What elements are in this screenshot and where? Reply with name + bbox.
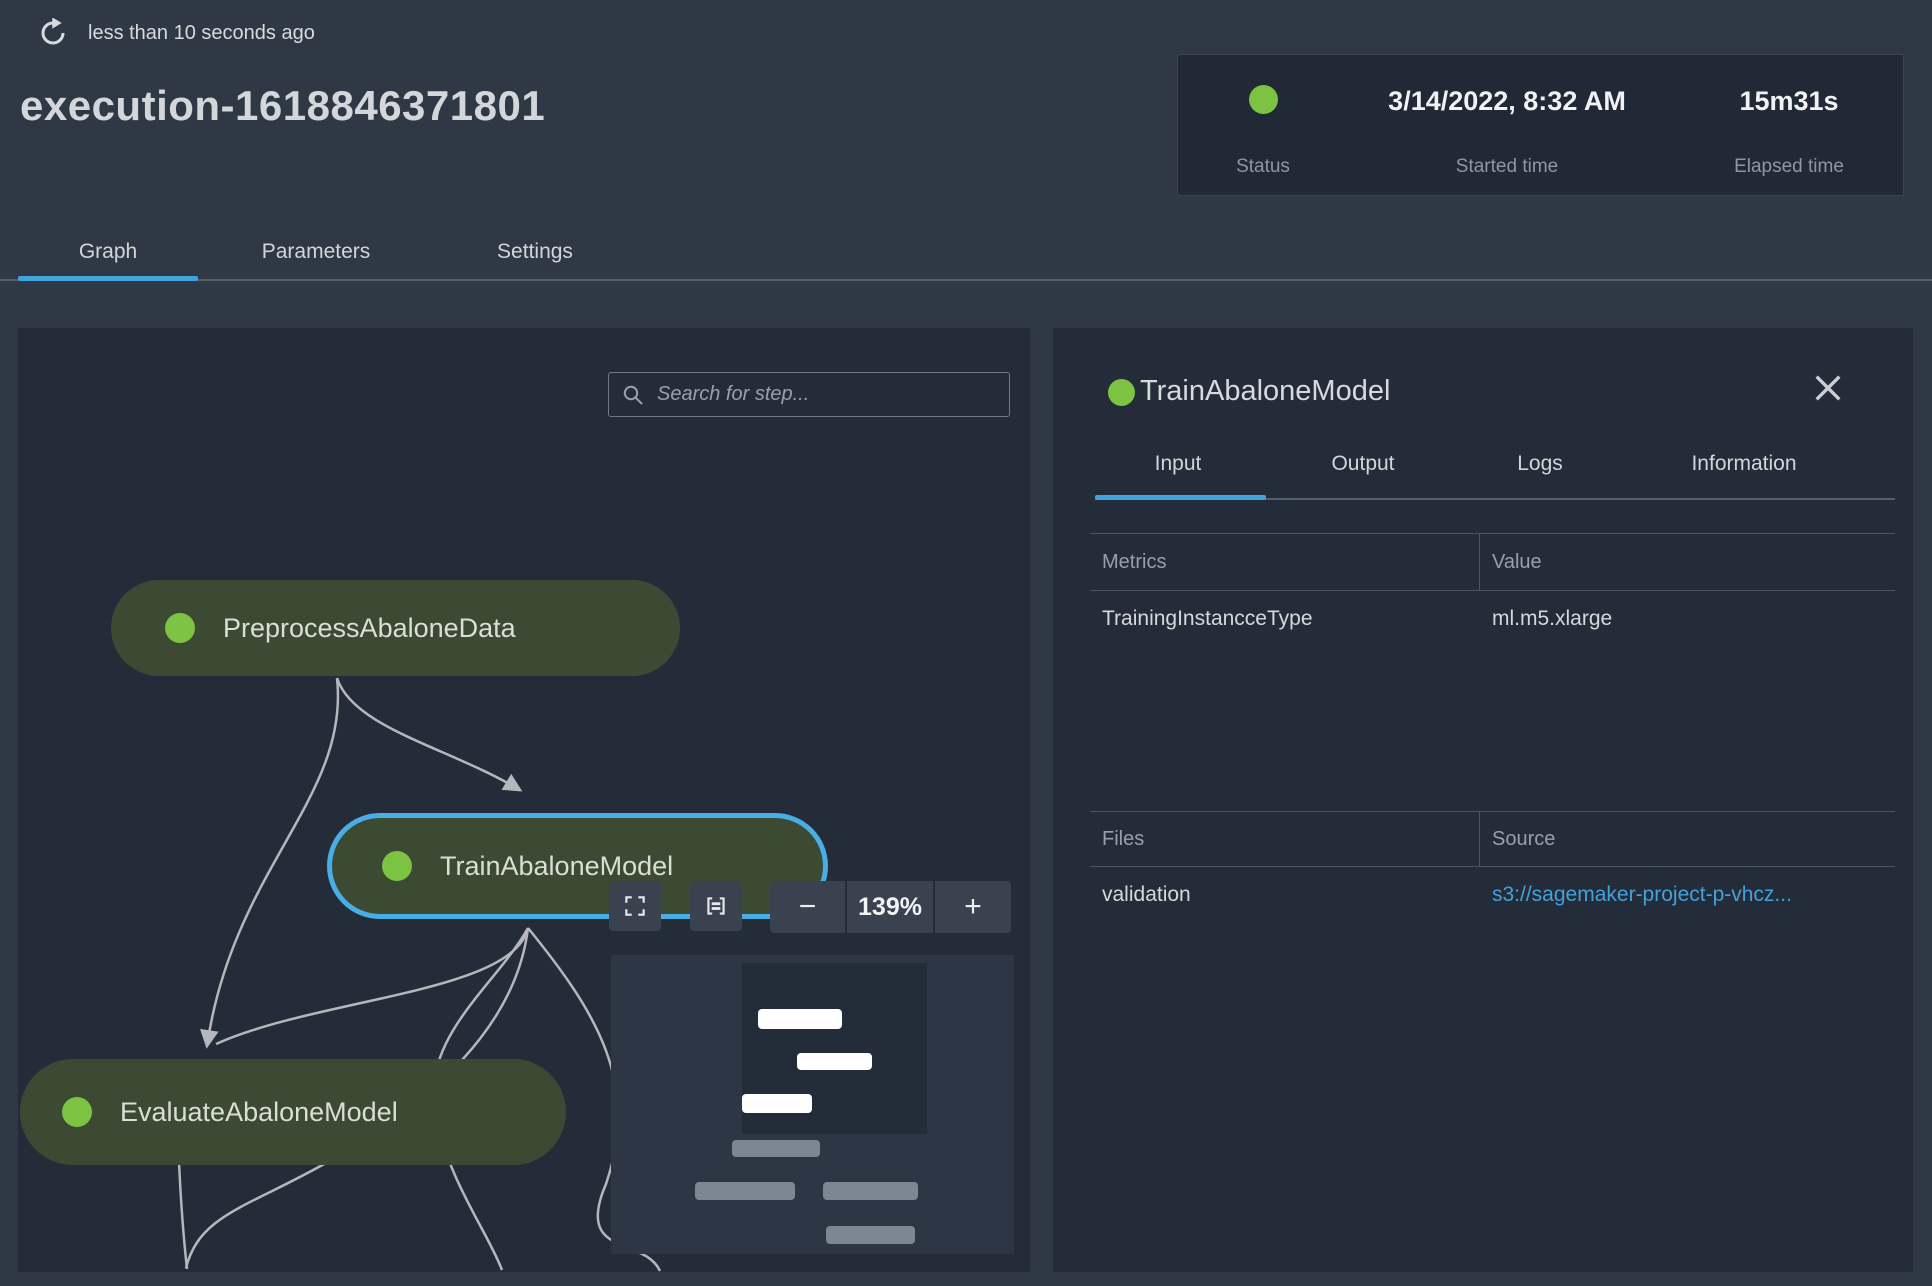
tab-graph[interactable]: Graph [48, 240, 168, 264]
files-table-top-border [1090, 811, 1895, 812]
minimap-node [823, 1182, 918, 1200]
search-icon [621, 383, 645, 407]
refresh-icon[interactable] [38, 17, 68, 48]
edge-train-to-evaluate [215, 927, 530, 1046]
pipeline-execution-page: less than 10 seconds ago execution-16188… [0, 0, 1932, 1286]
execution-summary-box: Status 3/14/2022, 8:32 AM Started time 1… [1177, 54, 1904, 196]
execution-status-dot [1249, 85, 1278, 114]
search-input[interactable] [655, 382, 997, 407]
elapsed-time-label: Elapsed time [1734, 156, 1844, 177]
node-label: TrainAbaloneModel [440, 850, 674, 881]
metrics-table-top-border [1090, 533, 1895, 534]
tab-settings[interactable]: Settings [465, 240, 605, 264]
started-time-value: 3/14/2022, 8:32 AM [1388, 86, 1626, 116]
minimap-node [742, 1094, 812, 1113]
zoom-level-display: 139% [847, 881, 933, 933]
node-status-dot [165, 613, 195, 643]
fit-view-button[interactable] [609, 881, 661, 931]
value-column-header: Value [1492, 551, 1542, 573]
close-button[interactable] [1806, 366, 1850, 410]
metrics-column-header: Metrics [1102, 551, 1167, 573]
edge-preprocess-to-train [335, 677, 523, 792]
node-status-dot [382, 851, 412, 881]
tab-output[interactable]: Output [1303, 452, 1423, 476]
tab-parameters[interactable]: Parameters [236, 240, 396, 264]
elapsed-time-value: 15m31s [1739, 86, 1839, 116]
refresh-row: less than 10 seconds ago [38, 17, 315, 48]
step-details-title: TrainAbaloneModel [1140, 375, 1391, 407]
step-status-dot [1108, 379, 1135, 406]
detail-active-tab-indicator [1095, 495, 1266, 500]
last-refreshed-text: less than 10 seconds ago [88, 21, 315, 44]
zoom-out-button[interactable]: − [770, 881, 845, 933]
step-details-panel: TrainAbaloneModel Input Output Logs Info… [1053, 328, 1913, 1272]
tab-logs[interactable]: Logs [1490, 452, 1590, 476]
minimap-node [797, 1053, 872, 1070]
zoom-in-button[interactable]: + [935, 881, 1011, 933]
pipeline-graph-panel[interactable]: PreprocessAbaloneData TrainAbaloneModel … [18, 328, 1030, 1272]
files-column-header: Files [1102, 828, 1145, 850]
node-label: PreprocessAbaloneData [223, 612, 516, 643]
focus-selection-button[interactable] [690, 881, 742, 931]
fit-view-icon [622, 893, 648, 919]
source-column-header: Source [1492, 828, 1556, 850]
edge-preprocess-to-evaluate [200, 677, 340, 1049]
minus-icon: − [798, 890, 817, 923]
metric-name-cell: TrainingInstancceType [1102, 607, 1313, 630]
focus-selection-icon [703, 893, 729, 919]
started-time-label: Started time [1455, 156, 1559, 177]
close-icon [1815, 375, 1841, 401]
node-status-dot [62, 1097, 92, 1127]
graph-minimap[interactable] [611, 955, 1014, 1254]
tab-input[interactable]: Input [1128, 452, 1228, 476]
status-label: Status [1236, 156, 1290, 177]
node-train-abalone-model[interactable]: TrainAbaloneModel [327, 813, 828, 919]
metrics-table-column-divider [1479, 533, 1480, 590]
tabs-divider [0, 279, 1932, 281]
metric-value-cell: ml.m5.xlarge [1492, 607, 1613, 630]
page-title: execution-1618846371801 [20, 82, 546, 129]
minimap-node [758, 1009, 842, 1029]
files-table-column-divider [1479, 811, 1480, 866]
minimap-node [695, 1182, 795, 1200]
step-search-box [608, 372, 1010, 417]
file-source-link[interactable]: s3://sagemaker-project-p-vhcz... [1492, 883, 1792, 907]
minimap-node [826, 1226, 915, 1244]
files-table-header-border [1090, 866, 1895, 867]
edge-evaluate-down [177, 1161, 189, 1270]
tab-information[interactable]: Information [1664, 452, 1824, 476]
plus-icon: + [964, 890, 982, 923]
active-tab-indicator [18, 276, 198, 281]
node-preprocess-abalone-data[interactable]: PreprocessAbaloneData [111, 580, 680, 676]
node-label: EvaluateAbaloneModel [120, 1096, 398, 1127]
file-name-cell: validation [1102, 883, 1191, 906]
metrics-table-header-border [1090, 590, 1895, 591]
node-evaluate-abalone-model[interactable]: EvaluateAbaloneModel [20, 1059, 566, 1165]
minimap-node [732, 1140, 820, 1157]
